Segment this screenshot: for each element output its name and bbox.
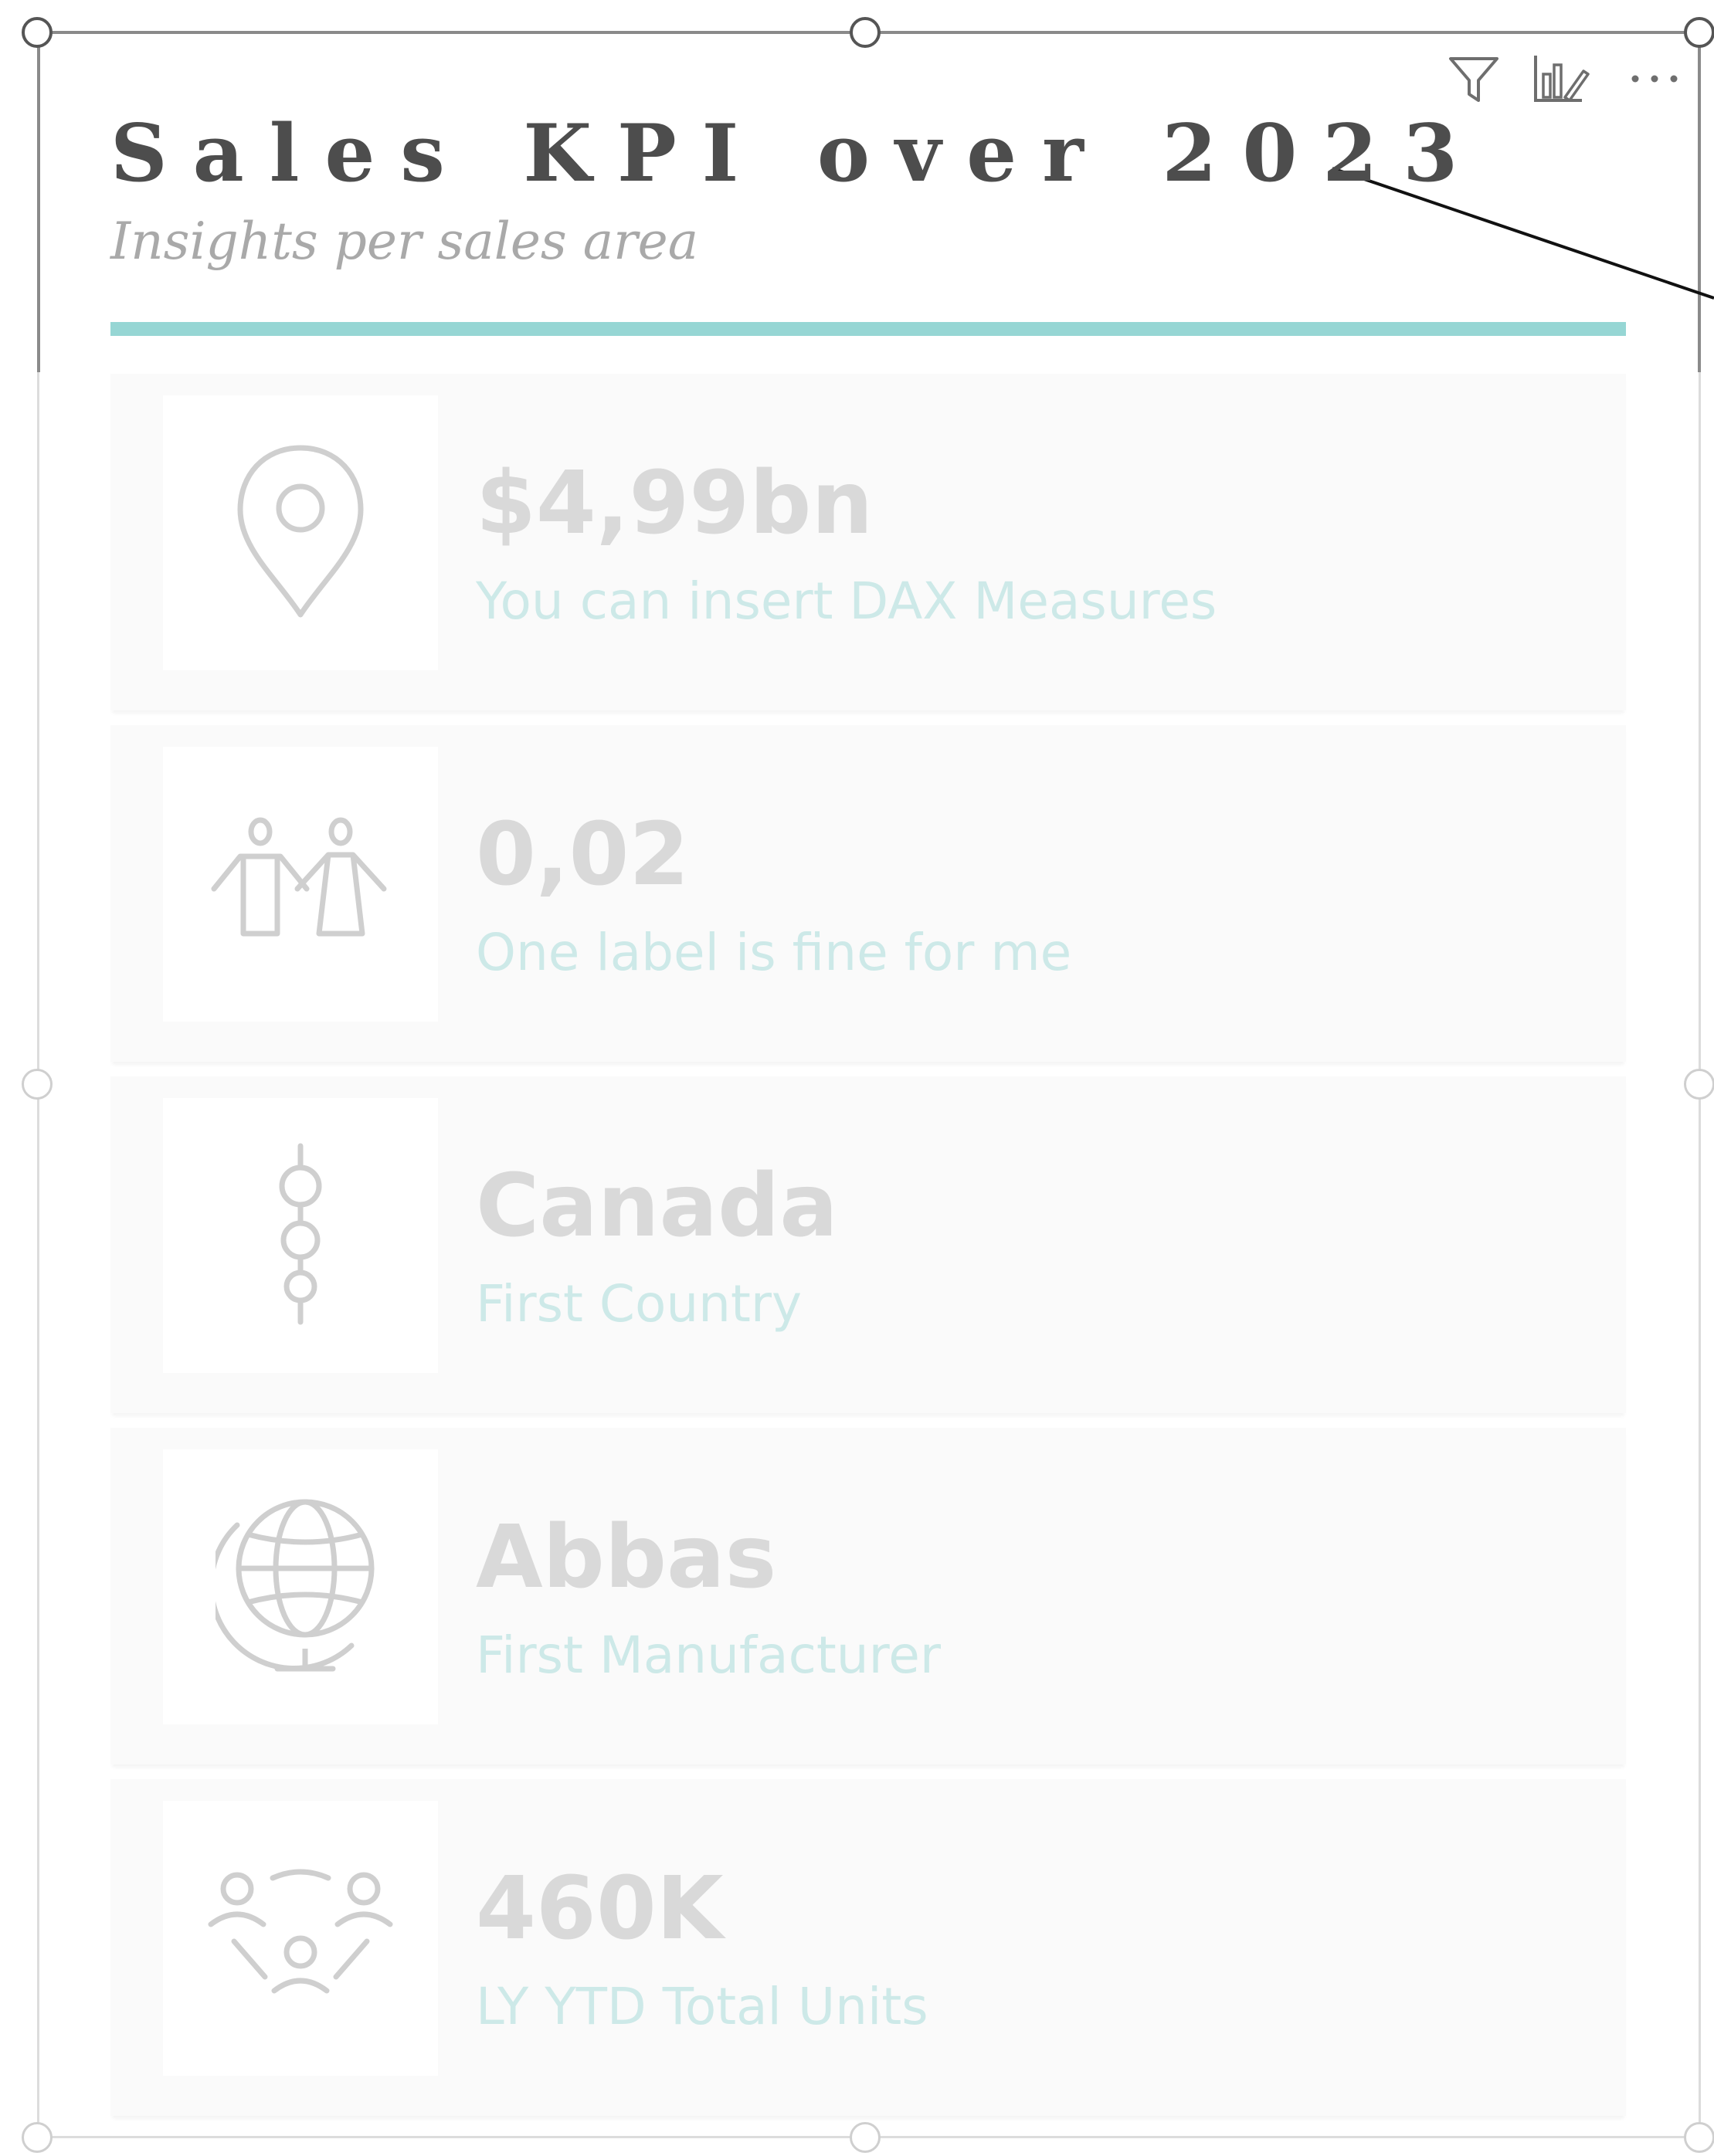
location-pin-icon — [237, 445, 364, 618]
kpi-value: Abbas — [476, 1507, 777, 1608]
people-network-icon — [208, 1869, 393, 1994]
resize-handle-middle-right[interactable] — [1684, 1069, 1714, 1100]
focus-mode-icon[interactable] — [1529, 51, 1591, 107]
filter-icon[interactable] — [1443, 51, 1505, 107]
selection-border-left-upper — [37, 32, 40, 372]
kpi-icon-tile — [163, 395, 438, 670]
kpi-value: 0,02 — [476, 805, 690, 905]
kpi-card-2[interactable]: 0,02 One label is fine for me — [110, 725, 1626, 1062]
kpi-card-4[interactable]: Abbas First Manufacturer — [110, 1428, 1626, 1764]
more-options-icon[interactable] — [1624, 51, 1685, 107]
kpi-icon-tile — [163, 1801, 438, 2076]
resize-handle-middle-left[interactable] — [22, 1069, 53, 1100]
kpi-value: $4,99bn — [476, 453, 874, 554]
selection-border-right-upper — [1698, 32, 1701, 372]
kpi-label: LY YTD Total Units — [476, 1977, 928, 2036]
kpi-value: 460K — [476, 1859, 724, 1959]
kpi-icon-tile — [163, 747, 438, 1022]
globe-icon — [216, 1499, 375, 1672]
title-accent-bar — [110, 322, 1626, 336]
resize-handle-top-left[interactable] — [22, 17, 53, 48]
kpi-icon-tile — [163, 1449, 438, 1724]
selection-border-right — [1699, 372, 1701, 2131]
resize-handle-bottom-left[interactable] — [22, 2122, 53, 2153]
resize-handle-bottom-center[interactable] — [850, 2122, 881, 2153]
resize-handle-top-center[interactable] — [850, 17, 881, 48]
man-woman-icon — [211, 817, 387, 937]
three-circles-vertical-icon — [279, 1143, 322, 1325]
visual-title: Sales KPI over 2023 — [110, 107, 1484, 200]
selection-border-left — [37, 372, 39, 2131]
resize-handle-top-right[interactable] — [1684, 17, 1714, 48]
kpi-card-5[interactable]: 460K LY YTD Total Units — [110, 1779, 1626, 2116]
visual-subtitle: Insights per sales area — [110, 212, 699, 271]
kpi-value: Canada — [476, 1156, 838, 1256]
resize-handle-bottom-right[interactable] — [1684, 2122, 1714, 2153]
kpi-card-1[interactable]: $4,99bn You can insert DAX Measures — [110, 374, 1626, 710]
kpi-label: First Manufacturer — [476, 1625, 942, 1685]
kpi-icon-tile — [163, 1098, 438, 1373]
kpi-label: You can insert DAX Measures — [476, 571, 1217, 631]
kpi-label: First Country — [476, 1274, 803, 1334]
kpi-card-3[interactable]: Canada First Country — [110, 1076, 1626, 1413]
kpi-label: One label is fine for me — [476, 923, 1072, 982]
